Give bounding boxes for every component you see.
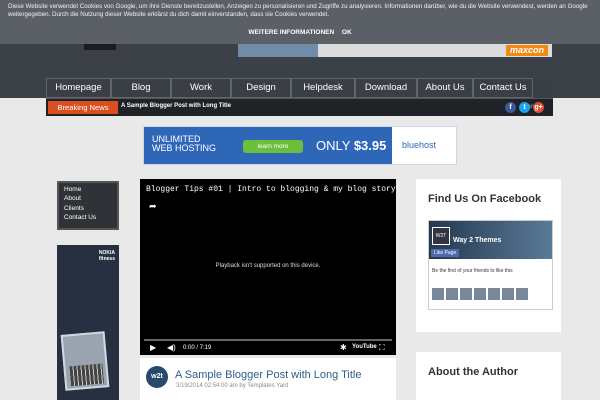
hosting-ad-headline: UNLIMITED WEB HOSTING xyxy=(152,135,216,153)
youtube-logo[interactable]: YouTube xyxy=(352,344,377,350)
cookie-banner: Diese Website verwendet Cookies von Goog… xyxy=(0,0,600,44)
site-logo[interactable] xyxy=(84,44,116,50)
more-info-button[interactable]: WEITERE INFORMATIONEN xyxy=(248,29,334,37)
like-page-button[interactable]: Like Page xyxy=(431,249,460,257)
ok-button[interactable]: OK xyxy=(342,29,352,37)
hosting-ad[interactable]: UNLIMITED WEB HOSTING learn more ONLY $3.… xyxy=(143,126,457,165)
nav-download[interactable]: Download xyxy=(355,78,417,98)
bluehost-logo: bluehost xyxy=(402,140,437,150)
post-by: by xyxy=(239,383,246,389)
about-author-widget: About the Author xyxy=(416,352,561,400)
friend-avatar[interactable] xyxy=(446,288,458,300)
fullscreen-icon[interactable]: ⛶ xyxy=(379,343,385,353)
page-logo: W2T xyxy=(432,227,450,245)
google-plus-icon[interactable]: g+ xyxy=(533,102,544,113)
hosting-line-2: WEB HOSTING xyxy=(152,143,217,153)
play-icon[interactable]: ▶ xyxy=(150,343,156,352)
nokia-brand: NOKIA fitness xyxy=(99,250,115,262)
facebook-page-name[interactable]: Way 2 Themes xyxy=(453,237,501,244)
left-menu-clients[interactable]: Clients xyxy=(64,204,112,213)
friend-avatar[interactable] xyxy=(516,288,528,300)
twitter-icon[interactable]: t xyxy=(519,102,530,113)
banner-ad-image xyxy=(238,44,318,57)
left-menu-about[interactable]: About xyxy=(64,194,112,203)
nav-helpdesk[interactable]: Helpdesk xyxy=(291,78,355,98)
friend-faces xyxy=(432,287,530,305)
banner-ad[interactable]: maxcon xyxy=(238,44,552,57)
breaking-news-bar: Breaking News A Sample Blogger Post with… xyxy=(46,98,553,116)
nav-contact-us[interactable]: Contact Us xyxy=(473,78,533,98)
price-value: $3.95 xyxy=(353,138,387,153)
nav-blog[interactable]: Blog xyxy=(111,78,171,98)
friend-avatar[interactable] xyxy=(488,288,500,300)
video-controls: ▶ ◀) 0:00 / 7:19 ✱ YouTube ⛶ xyxy=(140,339,396,355)
author-heading: About the Author xyxy=(428,366,519,378)
post-date: 3/19/2014 02:54:00 am xyxy=(176,383,238,389)
hosting-price: ONLY $3.95 xyxy=(316,138,386,153)
share-icon[interactable]: ➦ xyxy=(149,201,157,212)
post-meta: 3/19/2014 02:54:00 am by Templates Yard xyxy=(176,383,288,389)
playback-message: Playback isn't supported on this device. xyxy=(215,263,321,269)
nav-homepage[interactable]: Homepage xyxy=(46,78,111,98)
post-card: w2t A Sample Blogger Post with Long Titl… xyxy=(140,358,396,400)
hosting-ad-panel: UNLIMITED WEB HOSTING learn more ONLY $3.… xyxy=(144,127,392,164)
post-title[interactable]: A Sample Blogger Post with Long Title xyxy=(175,369,362,381)
nav-about-us[interactable]: About Us xyxy=(417,78,473,98)
friends-text: Be the first of your friends to like thi… xyxy=(432,268,513,274)
nokia-ad[interactable]: NOKIA fitness xyxy=(57,245,119,400)
avatar: w2t xyxy=(146,366,168,388)
facebook-widget: Find Us On Facebook W2T Way 2 Themes Lik… xyxy=(416,179,561,332)
video-title[interactable]: Blogger Tips #01 | Intro to blogging & m… xyxy=(146,185,396,194)
facebook-icon[interactable]: f xyxy=(505,102,516,113)
banner-ad-brand: maxcon xyxy=(505,45,548,56)
video-player[interactable]: Blogger Tips #01 | Intro to blogging & m… xyxy=(140,179,396,355)
cookie-buttons: WEITERE INFORMATIONEN OK xyxy=(0,29,600,37)
friend-avatar[interactable] xyxy=(502,288,514,300)
progress-bar[interactable] xyxy=(144,339,392,341)
breaking-news-link[interactable]: A Sample Blogger Post with Long Title xyxy=(121,103,231,109)
left-menu: Home About Clients Contact Us xyxy=(57,181,119,230)
friend-avatar[interactable] xyxy=(460,288,472,300)
learn-more-button[interactable]: learn more xyxy=(243,140,303,153)
facebook-heading: Find Us On Facebook xyxy=(428,193,542,205)
nav-work[interactable]: Work xyxy=(171,78,231,98)
breaking-news-tag: Breaking News xyxy=(48,101,118,114)
volume-icon[interactable]: ◀) xyxy=(167,343,176,352)
post-author-link[interactable]: Templates Yard xyxy=(247,383,288,389)
left-menu-home[interactable]: Home xyxy=(64,185,112,194)
nokia-tagline: fitness xyxy=(98,256,115,262)
left-menu-contact[interactable]: Contact Us xyxy=(64,213,112,222)
friend-avatar[interactable] xyxy=(474,288,486,300)
video-time: 0:00 / 7:19 xyxy=(183,345,212,351)
facebook-page-plugin[interactable]: W2T Way 2 Themes Like Page Be the first … xyxy=(428,220,553,310)
gear-icon[interactable]: ✱ xyxy=(340,343,347,352)
cookie-text: Diese Website verwendet Cookies von Goog… xyxy=(8,3,588,19)
phone-image xyxy=(60,331,110,391)
friend-avatar[interactable] xyxy=(432,288,444,300)
only-label: ONLY xyxy=(316,138,351,153)
phone-keyboard xyxy=(69,363,105,387)
nav-design[interactable]: Design xyxy=(231,78,291,98)
main-nav: Homepage Blog Work Design Helpdesk Downl… xyxy=(46,78,553,98)
